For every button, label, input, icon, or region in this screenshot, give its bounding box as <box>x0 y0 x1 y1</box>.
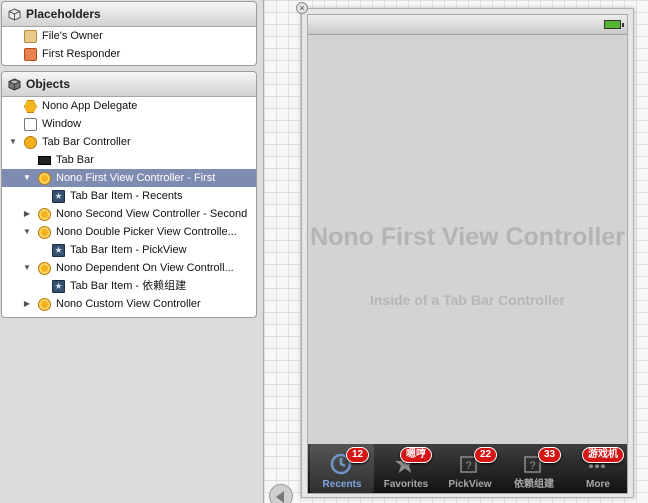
tab-pickview[interactable]: ? 22 PickView <box>438 444 502 493</box>
outline-item-tab-bar-item-pickview[interactable]: ★ Tab Bar Item - PickView <box>2 241 256 259</box>
tab-label: PickView <box>448 479 492 490</box>
tab-bar: 12 Recents 嗯哼 Favorites ? 22 PickView ? … <box>308 444 627 493</box>
disclosure-triangle-open-icon[interactable]: ▼ <box>22 169 32 187</box>
cube-icon <box>24 30 37 43</box>
tab-label: Recents <box>322 479 362 490</box>
outline-item-app-delegate[interactable]: Nono App Delegate <box>2 97 256 115</box>
disclosure-triangle-closed-icon[interactable]: ▶ <box>22 205 32 223</box>
view-controller-icon <box>38 172 51 185</box>
tab-favorites[interactable]: 嗯哼 Favorites <box>374 444 438 493</box>
tab-dependent[interactable]: ? 33 依赖组建 <box>502 444 566 493</box>
tab-badge: 33 <box>538 447 562 463</box>
view-subtitle: Inside of a Tab Bar Controller <box>370 292 565 308</box>
battery-icon <box>604 20 624 29</box>
outline-item-label: Tab Bar Controller <box>42 136 131 148</box>
outline-item-tab-bar-item-recents[interactable]: ★ Tab Bar Item - Recents <box>2 187 256 205</box>
view-controller-icon <box>38 298 51 311</box>
svg-text:?: ? <box>529 460 535 472</box>
tab-label: 依赖组建 <box>514 479 554 490</box>
tab-badge: 游戏机 <box>582 447 624 463</box>
svg-text:?: ? <box>465 460 471 472</box>
tab-bar-item-icon: ★ <box>52 244 65 257</box>
outline-item-double-picker-view-controller[interactable]: ▼ Nono Double Picker View Controlle... <box>2 223 256 241</box>
tab-label: More <box>586 479 610 490</box>
objects-header[interactable]: Objects <box>2 72 256 97</box>
outline-item-first-view-controller[interactable]: ▼ Nono First View Controller - First <box>2 169 256 187</box>
tab-badge: 12 <box>346 447 370 463</box>
cube-icon <box>8 78 21 91</box>
placeholders-title: Placeholders <box>26 7 101 21</box>
outline-item-label: Nono Second View Controller - Second <box>56 208 248 220</box>
disclosure-triangle-open-icon[interactable]: ▼ <box>22 259 32 277</box>
outline-item-tab-bar-controller[interactable]: ▼ Tab Bar Controller <box>2 133 256 151</box>
view-title: Nono First View Controller <box>310 223 625 251</box>
outline-item-tab-bar[interactable]: Tab Bar <box>2 151 256 169</box>
close-icon[interactable]: × <box>296 2 308 14</box>
view-controller-icon <box>38 208 51 221</box>
window-icon <box>24 118 37 131</box>
outline-item-dependent-view-controller[interactable]: ▼ Nono Dependent On View Controll... <box>2 259 256 277</box>
tab-badge: 嗯哼 <box>400 447 432 463</box>
outline-item-label: Nono Custom View Controller <box>56 298 201 310</box>
tab-label: Favorites <box>383 479 429 490</box>
outline-item-label: Nono Dependent On View Controll... <box>56 262 234 274</box>
disclosure-triangle-closed-icon[interactable]: ▶ <box>22 295 32 313</box>
outline-item-label: Window <box>42 118 82 130</box>
outline-item-custom-view-controller[interactable]: ▶ Nono Custom View Controller <box>2 295 256 313</box>
outline-item-tab-bar-item-dependent[interactable]: ★ Tab Bar Item - 依赖组建 <box>2 277 256 295</box>
objects-title: Objects <box>26 77 71 91</box>
outline-item-label: Tab Bar Item - PickView <box>70 244 187 256</box>
document-outline: Placeholders File's Owner First Responde… <box>0 0 264 503</box>
cube-red-icon <box>24 48 37 61</box>
tab-badge: 22 <box>474 447 498 463</box>
object-icon <box>24 100 37 113</box>
outline-item-label: Nono Double Picker View Controlle... <box>56 226 237 238</box>
view-controller-icon <box>38 262 51 275</box>
view-controller-icon <box>38 226 51 239</box>
simulated-screen[interactable]: Nono First View Controller Inside of a T… <box>307 14 628 494</box>
tab-recents[interactable]: 12 Recents <box>310 444 374 493</box>
outline-item-label: Nono First View Controller - First <box>56 172 216 184</box>
outline-item-window[interactable]: Window <box>2 115 256 133</box>
outline-item-label: File's Owner <box>42 30 103 42</box>
cube-icon <box>8 8 21 21</box>
outline-item-label: Tab Bar Item - Recents <box>70 190 183 202</box>
disclosure-triangle-open-icon[interactable]: ▼ <box>22 223 32 241</box>
outline-item-files-owner[interactable]: File's Owner <box>2 27 256 45</box>
tab-bar-icon <box>38 156 51 165</box>
placeholders-section: Placeholders File's Owner First Responde… <box>1 1 257 66</box>
outline-item-label: Tab Bar <box>56 154 94 166</box>
objects-section: Objects Nono App Delegate Window ▼ Tab B… <box>1 71 257 318</box>
disclosure-triangle-open-icon[interactable]: ▼ <box>8 133 18 151</box>
tab-more[interactable]: 游戏机 More <box>566 444 630 493</box>
outline-item-label: Nono App Delegate <box>42 100 138 112</box>
outline-item-first-responder[interactable]: First Responder <box>2 45 256 63</box>
status-bar <box>308 15 627 35</box>
scroll-left-icon[interactable] <box>269 484 293 503</box>
outline-item-second-view-controller[interactable]: ▶ Nono Second View Controller - Second <box>2 205 256 223</box>
tab-bar-item-icon: ★ <box>52 280 65 293</box>
outline-item-label: Tab Bar Item - 依赖组建 <box>70 280 187 292</box>
tab-bar-item-icon: ★ <box>52 190 65 203</box>
outline-item-label: First Responder <box>42 48 121 60</box>
placeholders-header[interactable]: Placeholders <box>2 2 256 27</box>
tab-bar-controller-icon <box>24 136 37 149</box>
